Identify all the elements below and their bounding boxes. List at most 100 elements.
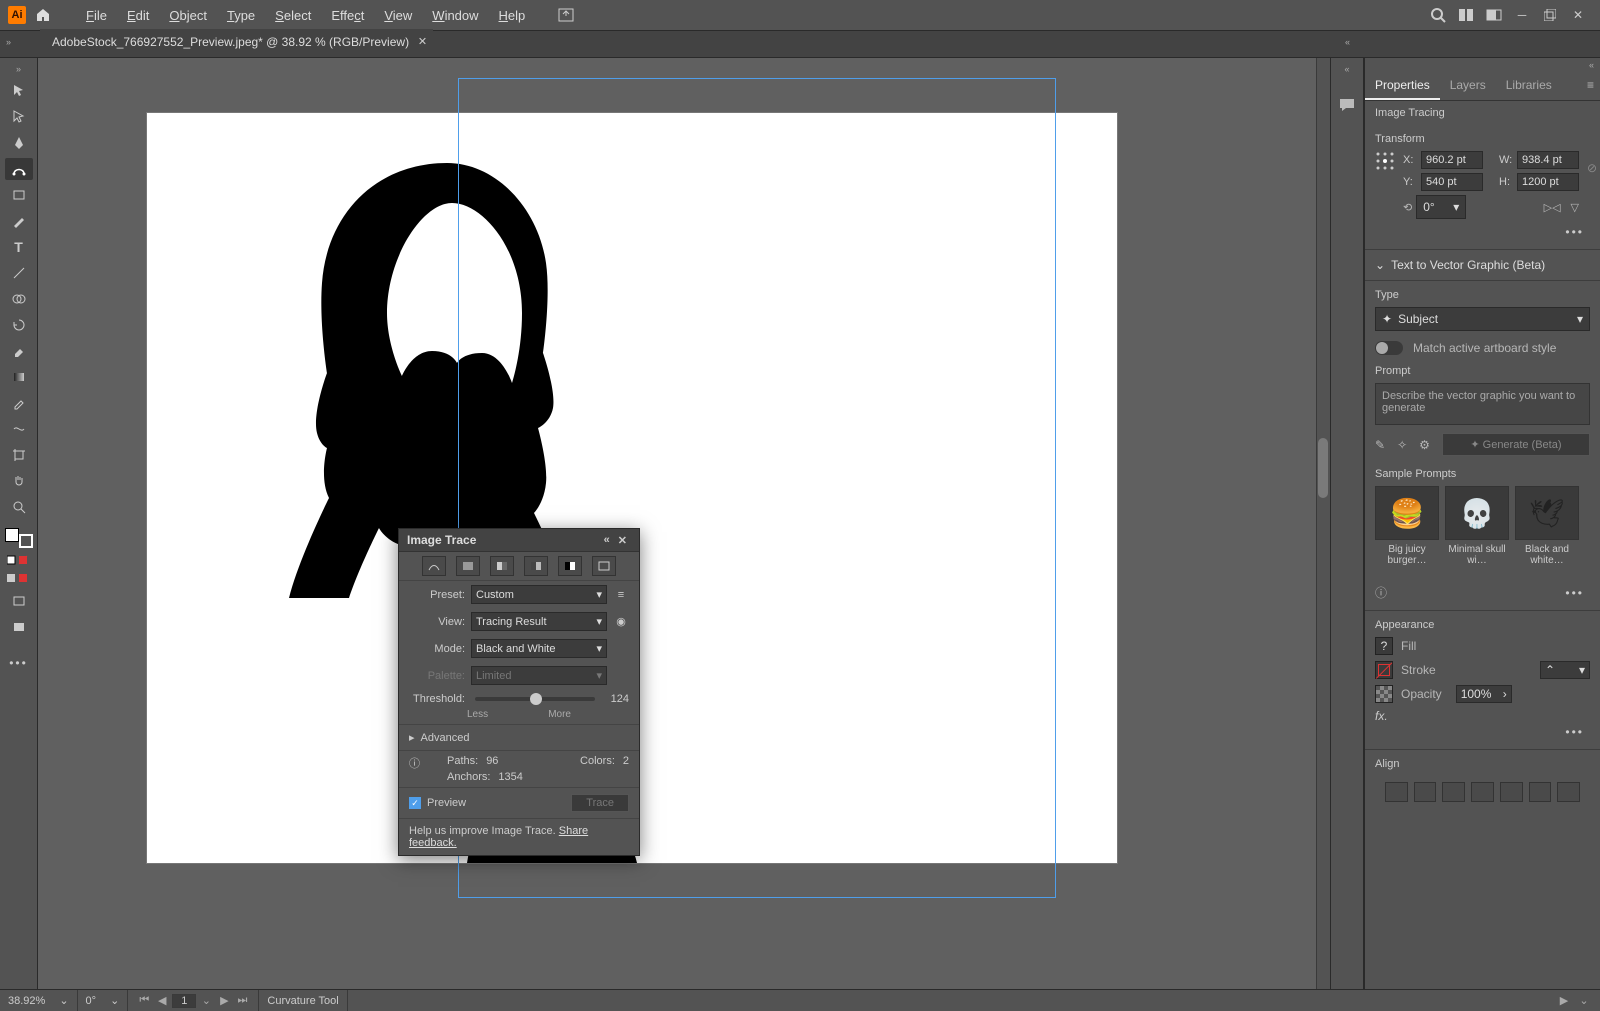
- direct-selection-tool-icon[interactable]: [5, 106, 33, 128]
- transform-more-icon[interactable]: •••: [1375, 223, 1590, 241]
- t2v-type-select[interactable]: ✦Subject▾: [1375, 307, 1590, 331]
- sample-prompt-2[interactable]: 💀Minimal skull wi…: [1445, 486, 1509, 566]
- rightpanel-chevron-icon[interactable]: «: [1583, 58, 1600, 72]
- edit-toolbar-icon[interactable]: [5, 616, 33, 638]
- transform-x-input[interactable]: [1421, 151, 1483, 169]
- fill-swatch[interactable]: ?: [1375, 637, 1393, 655]
- search-icon[interactable]: [1424, 1, 1452, 29]
- toolbox-more-icon[interactable]: •••: [9, 656, 28, 670]
- menu-type[interactable]: Type: [217, 8, 265, 23]
- zoom-tool-icon[interactable]: [5, 496, 33, 518]
- view-select[interactable]: Tracing Result▾: [471, 612, 607, 631]
- line-tool-icon[interactable]: [5, 262, 33, 284]
- preset-outline-icon[interactable]: [592, 556, 616, 576]
- align-top-icon[interactable]: [1500, 782, 1523, 802]
- type-tool-icon[interactable]: T: [5, 236, 33, 258]
- tab-close-icon[interactable]: ✕: [418, 35, 427, 48]
- panel-close-icon[interactable]: ✕: [614, 534, 631, 547]
- dock-chevron-icon[interactable]: «: [1344, 64, 1349, 74]
- t2v-header[interactable]: ⌄ Text to Vector Graphic (Beta): [1365, 250, 1600, 281]
- align-left-icon[interactable]: [1414, 782, 1437, 802]
- menu-file[interactable]: File: [76, 8, 117, 23]
- menu-select[interactable]: Select: [265, 8, 321, 23]
- advanced-toggle[interactable]: ▸ Advanced: [399, 724, 639, 751]
- tab-properties[interactable]: Properties: [1365, 72, 1440, 100]
- eraser-tool-icon[interactable]: [5, 340, 33, 362]
- opacity-input[interactable]: 100%›: [1456, 685, 1512, 703]
- rotate-tool-icon[interactable]: [5, 314, 33, 336]
- preset-menu-icon[interactable]: ≡: [613, 589, 629, 601]
- pen-tool-icon[interactable]: [5, 132, 33, 154]
- panel-menu-icon[interactable]: ≡: [1562, 72, 1600, 100]
- canvas-area[interactable]: Image Trace « ✕ Preset: Custom▾ ≡ View:: [38, 58, 1330, 989]
- color-mode-icon[interactable]: [5, 552, 33, 568]
- menu-edit[interactable]: Edit: [117, 8, 159, 23]
- gradient-tool-icon[interactable]: [5, 366, 33, 388]
- workspace-icon[interactable]: [1480, 1, 1508, 29]
- menu-window[interactable]: Window: [422, 8, 488, 23]
- preset-highcolor-icon[interactable]: [456, 556, 480, 576]
- preset-lowcolor-icon[interactable]: [490, 556, 514, 576]
- artboard-prev-icon[interactable]: ◀: [154, 994, 170, 1007]
- t2v-info-icon[interactable]: ⓘ: [1375, 584, 1387, 602]
- rectangle-tool-icon[interactable]: [5, 184, 33, 206]
- artboard-next-icon[interactable]: ▶: [216, 994, 232, 1007]
- flip-h-icon[interactable]: ▷◁: [1544, 201, 1561, 214]
- window-restore-icon[interactable]: [1536, 1, 1564, 29]
- preset-auto-icon[interactable]: [422, 556, 446, 576]
- sample-prompt-3[interactable]: 🕊Black and white…: [1515, 486, 1579, 566]
- align-bottom-icon[interactable]: [1557, 782, 1580, 802]
- align-hcenter-icon[interactable]: [1442, 782, 1465, 802]
- settings-gear-icon[interactable]: ⚙: [1419, 438, 1430, 452]
- transform-w-input[interactable]: [1517, 151, 1579, 169]
- artboard-tool-icon[interactable]: [5, 444, 33, 466]
- mode-select[interactable]: Black and White▾: [471, 639, 607, 658]
- threshold-slider[interactable]: [475, 697, 595, 701]
- transform-y-input[interactable]: [1421, 173, 1483, 191]
- width-tool-icon[interactable]: [5, 418, 33, 440]
- menu-effect[interactable]: Effect: [321, 8, 374, 23]
- rotate-view[interactable]: 0°⌄: [78, 990, 129, 1011]
- tabbar-chevron-icon[interactable]: »: [6, 37, 11, 47]
- draw-mode-icon[interactable]: [5, 572, 33, 586]
- transform-h-input[interactable]: [1517, 173, 1579, 191]
- home-icon[interactable]: [34, 6, 52, 24]
- sample-prompt-1[interactable]: 🍔Big juicy burger…: [1375, 486, 1439, 566]
- eyedropper-tool-icon[interactable]: [5, 392, 33, 414]
- rotate-input[interactable]: 0°▾: [1416, 195, 1466, 219]
- document-tab[interactable]: AdobeStock_766927552_Preview.jpeg* @ 38.…: [40, 29, 433, 57]
- fx-button[interactable]: fx.: [1375, 709, 1590, 723]
- preview-checkbox[interactable]: ✓ Preview: [409, 797, 466, 809]
- hand-tool-icon[interactable]: [5, 470, 33, 492]
- align-vcenter-icon[interactable]: [1529, 782, 1552, 802]
- view-eye-icon[interactable]: ◉: [613, 615, 629, 628]
- window-minimize-icon[interactable]: ─: [1508, 1, 1536, 29]
- vertical-scrollbar[interactable]: [1316, 58, 1330, 989]
- tab-libraries[interactable]: Libraries: [1496, 72, 1562, 100]
- reference-point-icon[interactable]: [1375, 151, 1395, 175]
- prompt-input[interactable]: Describe the vector graphic you want to …: [1375, 383, 1590, 425]
- style-picker-icon[interactable]: ✎: [1375, 438, 1385, 452]
- scroll-thumb[interactable]: [1318, 438, 1328, 498]
- align-right-icon[interactable]: [1471, 782, 1494, 802]
- align-to-icon[interactable]: [1385, 782, 1408, 802]
- stroke-swatch[interactable]: [1375, 661, 1393, 679]
- curvature-tool-icon[interactable]: [5, 158, 33, 180]
- arrange-icon[interactable]: [1452, 1, 1480, 29]
- comments-panel-icon[interactable]: [1334, 92, 1360, 118]
- toolbox-chevron-icon[interactable]: »: [16, 64, 21, 74]
- variation-icon[interactable]: ✧: [1397, 438, 1407, 452]
- stroke-weight-input[interactable]: ⌃▾: [1540, 661, 1590, 679]
- selection-tool-icon[interactable]: [5, 80, 33, 102]
- tabbar-right-chevron-icon[interactable]: «: [1345, 37, 1350, 47]
- shape-builder-tool-icon[interactable]: [5, 288, 33, 310]
- menu-share-icon[interactable]: [547, 6, 585, 24]
- zoom-level[interactable]: 38.92%⌄: [0, 990, 78, 1011]
- link-wh-icon[interactable]: ⊘: [1587, 151, 1597, 175]
- tab-layers[interactable]: Layers: [1440, 72, 1496, 100]
- preset-bw-icon[interactable]: [558, 556, 582, 576]
- t2v-more-icon[interactable]: •••: [1559, 584, 1590, 602]
- menu-help[interactable]: Help: [489, 8, 536, 23]
- preset-gray-icon[interactable]: [524, 556, 548, 576]
- brush-tool-icon[interactable]: [5, 210, 33, 232]
